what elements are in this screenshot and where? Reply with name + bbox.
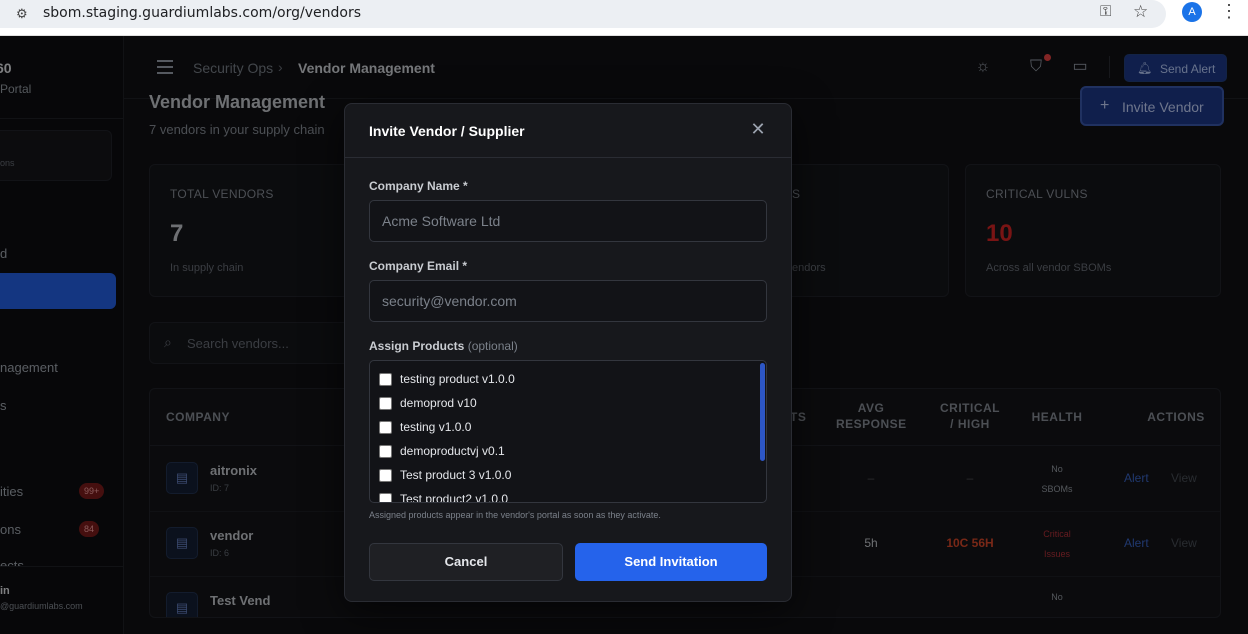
company-email-input[interactable]: [370, 281, 766, 321]
products-scrollbar[interactable]: [760, 363, 765, 461]
cancel-button[interactable]: Cancel: [369, 543, 563, 581]
company-name-field[interactable]: [369, 200, 767, 242]
invite-vendor-modal: Invite Vendor / Supplier ✕ Company Name …: [344, 103, 792, 602]
product-checkbox[interactable]: [379, 469, 392, 482]
assign-products-hint: Assigned products appear in the vendor's…: [369, 510, 661, 520]
assign-products-text: Assign Products: [369, 339, 465, 353]
product-checkbox[interactable]: [379, 421, 392, 434]
product-checkbox[interactable]: [379, 373, 392, 386]
modal-title: Invite Vendor / Supplier: [369, 123, 525, 139]
product-label[interactable]: Test product 3 v1.0.0: [400, 468, 511, 482]
product-label[interactable]: demoprod v10: [400, 396, 477, 410]
assign-products-optional: (optional): [467, 339, 518, 353]
product-label[interactable]: demoproductvj v0.1: [400, 444, 505, 458]
product-checkbox[interactable]: [379, 445, 392, 458]
product-checkbox[interactable]: [379, 493, 392, 502]
company-name-label: Company Name *: [369, 179, 468, 193]
company-email-label: Company Email *: [369, 259, 468, 273]
modal-divider: [345, 157, 791, 158]
send-invitation-button[interactable]: Send Invitation: [575, 543, 767, 581]
product-label[interactable]: Test product2 v1.0.0: [400, 492, 508, 502]
product-checkbox[interactable]: [379, 397, 392, 410]
products-list[interactable]: testing product v1.0.0 demoprod v10 test…: [369, 360, 767, 503]
company-email-field[interactable]: [369, 280, 767, 322]
product-label[interactable]: testing product v1.0.0: [400, 372, 515, 386]
close-icon[interactable]: ✕: [747, 118, 769, 140]
product-label[interactable]: testing v1.0.0: [400, 420, 471, 434]
assign-products-label: Assign Products (optional): [369, 339, 518, 353]
company-name-input[interactable]: [370, 201, 766, 241]
